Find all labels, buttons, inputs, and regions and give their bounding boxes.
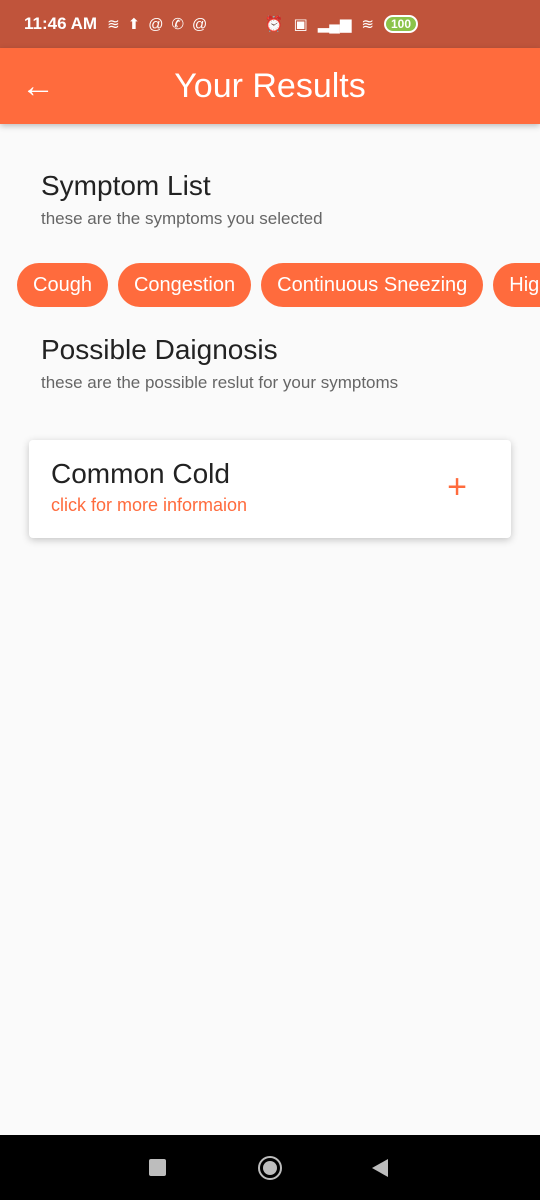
status-icons-left: ≋ ⬆ @ ✆ @ [107, 17, 207, 32]
diagnosis-title: Possible Daignosis [41, 334, 278, 365]
symptom-list-subtitle: these are the symptoms you selected [41, 209, 323, 228]
status-time: 11:46 AM [24, 14, 98, 33]
diagnosis-card-title: Common Cold [51, 458, 230, 489]
diagnosis-subtitle: these are the possible reslut for your s… [41, 373, 399, 392]
diagnosis-card[interactable]: Common Cold click for more informaion + [29, 440, 511, 538]
volte-icon: ▣ [293, 15, 308, 33]
alarm-icon: ⏰ [264, 15, 284, 33]
home-icon[interactable] [258, 1156, 282, 1180]
upload-icon: ⬆ [127, 15, 141, 33]
symptom-chip[interactable]: Cough [17, 263, 108, 307]
at-icon: @ [148, 15, 164, 33]
status-icons-right: ⏰ ▣ ▂▄▆ ≋ 100 [265, 15, 418, 33]
app-bar: ← Your Results [0, 48, 540, 124]
system-nav-bar [0, 1135, 540, 1200]
recent-apps-icon[interactable] [149, 1159, 166, 1176]
diagnosis-card-link[interactable]: click for more informaion [51, 495, 247, 516]
arrow-left-icon: ← [21, 66, 55, 105]
battery-icon: 100 [383, 15, 418, 33]
signal-4g-icon: ▂▄▆ [317, 15, 352, 33]
plus-icon[interactable]: + [447, 470, 467, 504]
back-triangle-icon[interactable] [372, 1159, 388, 1177]
symptom-chip[interactable]: Congestion [117, 263, 252, 307]
page-title: Your Results [174, 66, 366, 105]
symptom-chips: Cough Congestion Continuous Sneezing Hig… [17, 263, 540, 307]
symptom-chip[interactable]: High Fever [493, 263, 540, 307]
symptom-chip[interactable]: Continuous Sneezing [261, 263, 484, 307]
at-icon: @ [192, 15, 208, 33]
wifi-signal-icon: ≋ [107, 15, 120, 33]
phone-icon: ✆ [171, 15, 185, 33]
status-bar: 11:46 AM ≋ ⬆ @ ✆ @ ⏰ ▣ ▂▄▆ ≋ 100 [0, 0, 540, 48]
wifi-icon: ≋ [361, 15, 374, 33]
symptom-list-title: Symptom List [41, 170, 211, 201]
back-button[interactable]: ← [0, 48, 76, 124]
